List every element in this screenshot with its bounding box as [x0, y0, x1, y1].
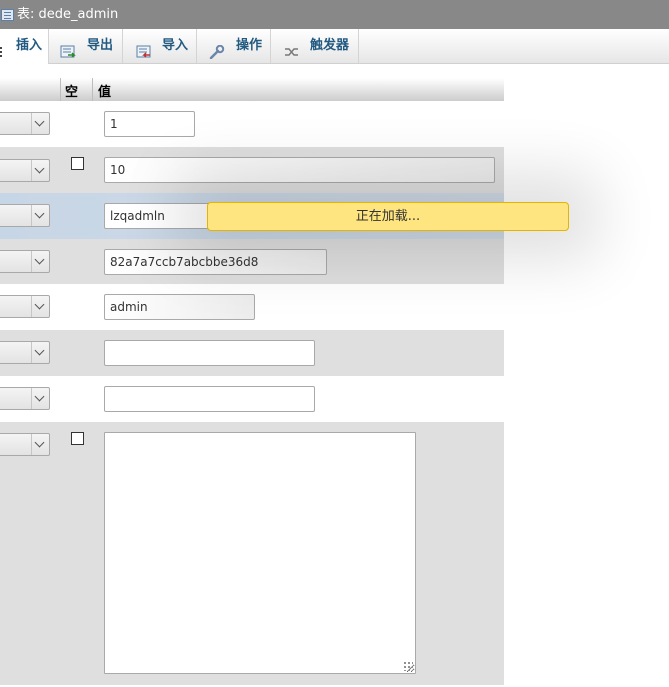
table-row [0, 239, 504, 284]
function-select[interactable] [0, 250, 50, 273]
export-icon [60, 39, 76, 58]
wrench-icon [209, 39, 225, 60]
value-input[interactable] [104, 249, 327, 275]
table-row [0, 284, 504, 330]
import-icon [136, 39, 152, 58]
insert-icon [0, 39, 7, 57]
value-input[interactable] [104, 294, 255, 320]
tab-import-label: 导入 [162, 38, 189, 53]
resize-grip-icon[interactable] [403, 661, 413, 671]
loading-notice: 正在加载... [207, 202, 569, 231]
function-select[interactable] [0, 433, 50, 456]
chevron-down-icon [31, 434, 49, 455]
chevron-down-icon [31, 113, 49, 134]
trigger-icon [284, 39, 300, 56]
tab-operations-label: 操作 [236, 38, 263, 53]
table-row [0, 147, 504, 193]
table-row [0, 330, 504, 376]
function-select[interactable] [0, 204, 50, 227]
chevron-down-icon [31, 342, 49, 363]
null-checkbox[interactable] [71, 432, 84, 445]
function-select[interactable] [0, 341, 50, 364]
chevron-down-icon [31, 296, 49, 317]
table-header: 空 值 [0, 78, 504, 101]
window-title: 表: dede_admin [17, 7, 119, 22]
chevron-down-icon [31, 205, 49, 226]
table-icon [1, 9, 14, 21]
function-select[interactable] [0, 159, 50, 182]
tab-bar: 插入 导出 导入 操作 触发器 [0, 29, 669, 64]
tab-triggers-label: 触发器 [310, 38, 350, 53]
value-input[interactable] [104, 157, 495, 183]
chevron-down-icon [31, 160, 49, 181]
function-select[interactable] [0, 295, 50, 318]
tab-insert-label: 插入 [16, 38, 43, 53]
tab-import[interactable]: 导入 [123, 29, 197, 63]
tab-export[interactable]: 导出 [49, 29, 123, 63]
value-column-header: 值 [98, 85, 112, 100]
value-textarea[interactable] [104, 432, 416, 674]
tab-operations[interactable]: 操作 [197, 29, 271, 63]
table-row [0, 376, 504, 422]
function-select[interactable] [0, 387, 50, 410]
tab-insert[interactable]: 插入 [0, 29, 49, 64]
chevron-down-icon [31, 251, 49, 272]
null-checkbox[interactable] [71, 157, 84, 170]
chevron-down-icon [31, 388, 49, 409]
value-input[interactable] [104, 340, 315, 366]
null-column-header: 空 [65, 85, 79, 100]
value-input[interactable] [104, 203, 224, 229]
value-input[interactable] [104, 386, 315, 412]
window-titlebar: 表: dede_admin [0, 0, 669, 29]
value-input[interactable] [104, 111, 195, 137]
tab-export-label: 导出 [87, 38, 114, 53]
tab-triggers[interactable]: 触发器 [271, 29, 359, 63]
table-row [0, 101, 504, 147]
function-select[interactable] [0, 112, 50, 135]
